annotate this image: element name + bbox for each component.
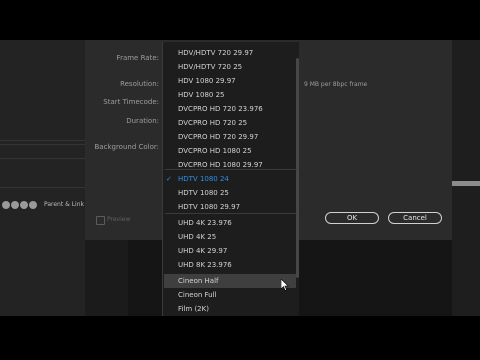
menu-item[interactable]: HDV/HDTV 720 29.97 xyxy=(178,46,253,60)
menu-item[interactable]: UHD 4K 29.97 xyxy=(178,244,227,258)
mouse-pointer-icon xyxy=(281,279,289,291)
frame-rate-label: Frame Rate: xyxy=(116,54,159,62)
menu-item[interactable]: Cineon Full xyxy=(178,288,217,302)
parent-link-header: Parent & Link xyxy=(44,201,84,208)
timeline-panel-left xyxy=(0,40,85,316)
menu-item[interactable]: DVCPRO HD 720 23.976 xyxy=(178,102,263,116)
menu-item[interactable]: HDV 1080 29.97 xyxy=(178,74,236,88)
menu-item[interactable]: DVCPRO HD 720 25 xyxy=(178,116,247,130)
video-frame: Parent & Link Frame Rate: Resolution: St… xyxy=(0,0,480,360)
menu-item[interactable]: UHD 4K 25 xyxy=(178,230,216,244)
timeline-panel-right xyxy=(452,40,480,316)
preset-dropdown-menu[interactable]: HDV/HDTV 720 29.97 HDV/HDTV 720 25 HDV 108… xyxy=(162,42,299,316)
menu-item[interactable]: Film (2K) xyxy=(178,302,209,316)
preview-checkbox[interactable] xyxy=(96,216,105,225)
frame-size-note: 9 MB per 8bpc frame xyxy=(304,81,368,88)
preview-label: Preview xyxy=(107,216,131,223)
duration-label: Duration: xyxy=(126,117,159,125)
menu-item[interactable]: HDTV 1080 24 xyxy=(178,172,229,186)
letterbox-bottom xyxy=(0,316,480,360)
cancel-button[interactable]: Cancel xyxy=(388,212,442,224)
menu-item[interactable]: DVCPRO HD 1080 25 xyxy=(178,144,252,158)
menu-separator xyxy=(165,213,297,214)
menu-item[interactable]: HDV/HDTV 720 25 xyxy=(178,60,242,74)
menu-item[interactable]: HDTV 1080 25 xyxy=(178,186,229,200)
letterbox-top xyxy=(0,0,480,40)
menu-item[interactable]: HDTV 1080 29.97 xyxy=(178,200,240,214)
menu-item[interactable]: UHD 4K 23.976 xyxy=(178,216,232,230)
menu-separator xyxy=(165,169,297,170)
menu-item[interactable]: HDV 1080 25 xyxy=(178,88,225,102)
layer-switch-icons[interactable] xyxy=(0,201,40,211)
zoom-slider[interactable] xyxy=(452,181,480,186)
menu-item[interactable]: Cineon Half xyxy=(178,274,218,288)
ok-button[interactable]: OK xyxy=(325,212,379,224)
resolution-label: Resolution: xyxy=(120,80,159,88)
menu-scrollbar[interactable] xyxy=(296,58,299,278)
check-icon: ✓ xyxy=(166,175,172,183)
menu-item[interactable]: UHD 8K 23.976 xyxy=(178,258,232,272)
background-color-label: Background Color: xyxy=(94,143,160,151)
start-timecode-label: Start Timecode: xyxy=(103,98,159,106)
menu-item[interactable]: DVCPRO HD 720 29.97 xyxy=(178,130,258,144)
